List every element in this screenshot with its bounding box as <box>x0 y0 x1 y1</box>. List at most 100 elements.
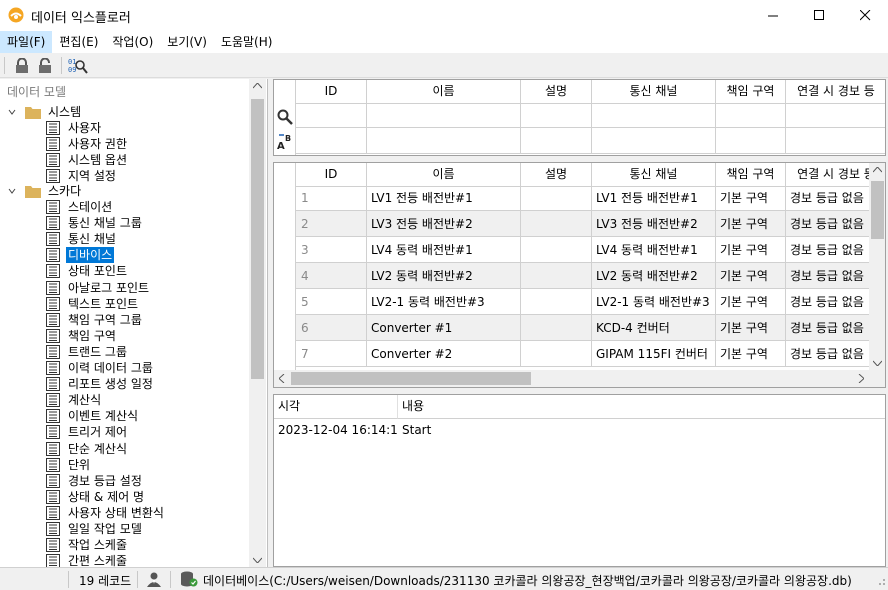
search-icon[interactable] <box>277 109 293 125</box>
grid-column-header[interactable]: 책임 구역 <box>716 163 786 187</box>
grid-cell-name[interactable]: Converter #2 <box>367 341 521 367</box>
menu-file[interactable]: 파일(F) <box>0 31 53 53</box>
grid-cell-desc[interactable] <box>521 289 592 315</box>
grid-cell-area[interactable]: 기본 구역 <box>716 185 786 211</box>
table-icon <box>46 153 60 168</box>
scroll-down-icon[interactable] <box>873 360 882 366</box>
grid-cell-desc[interactable] <box>521 315 592 341</box>
row-id-cell[interactable]: 3 <box>296 237 367 263</box>
grid-cell-channel[interactable]: LV4 동력 배전반#1 <box>592 237 716 263</box>
toolbar-grip <box>4 57 5 74</box>
grid-cell-desc[interactable] <box>521 341 592 367</box>
table-icon <box>46 216 60 231</box>
sort-cell[interactable] <box>296 128 367 154</box>
lock-button[interactable] <box>12 56 32 76</box>
grid-vscroll-thumb[interactable] <box>871 181 884 239</box>
svg-text:09: 09 <box>68 66 76 74</box>
tree-vertical-scrollbar[interactable] <box>249 79 266 567</box>
grid-cell-name[interactable]: LV2 동력 배전반#2 <box>367 263 521 289</box>
grid-cell-channel[interactable]: LV1 전등 배전반#1 <box>592 185 716 211</box>
grid-cell-area[interactable]: 기본 구역 <box>716 211 786 237</box>
grid-cell-desc[interactable] <box>521 211 592 237</box>
grid-column-header[interactable]: 설명 <box>521 163 592 187</box>
tree-item-label: 경보 등급 설정 <box>68 473 142 488</box>
grid-cell-area[interactable]: 기본 구역 <box>716 315 786 341</box>
log-grid[interactable]: 시각 내용 2023-12-04 16:14:18 Start <box>273 394 886 567</box>
scroll-left-icon[interactable] <box>279 374 285 383</box>
grid-cell-channel[interactable]: LV3 전등 배전반#2 <box>592 211 716 237</box>
row-id-cell[interactable]: 5 <box>296 289 367 315</box>
row-id-cell[interactable]: 1 <box>296 185 367 211</box>
log-header-time[interactable]: 시각 <box>274 395 398 419</box>
grid-cell-channel[interactable]: KCD-4 컨버터 <box>592 315 716 341</box>
filter-input-cell[interactable] <box>521 104 592 128</box>
grid-hscroll-thumb[interactable] <box>291 372 531 385</box>
sort-cell[interactable] <box>786 128 885 154</box>
close-icon <box>859 10 870 21</box>
filter-input-cell[interactable] <box>716 104 786 128</box>
unlock-button[interactable] <box>35 56 55 76</box>
sort-cell[interactable] <box>716 128 786 154</box>
filter-input-cell[interactable] <box>786 104 885 128</box>
scroll-up-icon[interactable] <box>873 167 882 173</box>
menu-edit[interactable]: 편집(E) <box>52 31 105 53</box>
grid-vertical-scrollbar[interactable] <box>869 163 885 370</box>
device-data-grid[interactable]: ID 이름 설명 통신 채널 책임 구역 연결 시 경보 등 1 LV1 전등 배전반#1 LV… <box>273 162 886 388</box>
filter-column-header[interactable]: ID <box>296 80 367 104</box>
table-icon <box>46 554 60 567</box>
filter-input-cell[interactable] <box>592 104 716 128</box>
tree-scroll-thumb[interactable] <box>251 99 264 379</box>
close-button[interactable] <box>842 0 888 31</box>
grid-horizontal-scrollbar[interactable] <box>274 370 869 387</box>
grid-column-header[interactable]: ID <box>296 163 367 187</box>
scroll-right-icon[interactable] <box>858 374 864 383</box>
grid-column-header[interactable]: 이름 <box>367 163 521 187</box>
grid-cell-name[interactable]: LV4 동력 배전반#1 <box>367 237 521 263</box>
grid-cell-area[interactable]: 기본 구역 <box>716 341 786 367</box>
sort-az-icon[interactable]: AB <box>277 133 293 151</box>
sort-cell[interactable] <box>367 128 521 154</box>
table-icon <box>46 296 60 311</box>
tree-item-label: 트랜드 그룹 <box>68 344 128 359</box>
maximize-button[interactable] <box>796 0 842 31</box>
data-model-tree[interactable]: 데이터 모델 시스템 사용자 사용자 권한 시스템 옵션 지역 설정 스카다 스테이션… <box>0 79 268 567</box>
log-header-message[interactable]: 내용 <box>398 395 885 419</box>
grid-cell-channel[interactable]: LV2-1 동력 배전반#3 <box>592 289 716 315</box>
row-id-cell[interactable]: 4 <box>296 263 367 289</box>
filter-column-header[interactable]: 통신 채널 <box>592 80 716 104</box>
filter-column-header[interactable]: 연결 시 경보 등 <box>786 80 885 104</box>
grid-cell-name[interactable]: LV1 전등 배전반#1 <box>367 185 521 211</box>
minimize-button[interactable] <box>750 0 796 31</box>
filter-input-cell[interactable] <box>367 104 521 128</box>
menu-action[interactable]: 작업(O) <box>105 31 160 53</box>
resize-grip-icon[interactable] <box>876 578 886 588</box>
menu-view[interactable]: 보기(V) <box>160 31 214 53</box>
grid-cell-channel[interactable]: LV2 동력 배전반#2 <box>592 263 716 289</box>
find-data-button[interactable]: 01 09 <box>68 56 88 76</box>
grid-cell-name[interactable]: LV2-1 동력 배전반#3 <box>367 289 521 315</box>
filter-input-cell[interactable] <box>296 104 367 128</box>
status-separator <box>68 571 69 588</box>
grid-cell-name[interactable]: Converter #1 <box>367 315 521 341</box>
grid-cell-area[interactable]: 기본 구역 <box>716 263 786 289</box>
sort-cell[interactable] <box>592 128 716 154</box>
grid-cell-channel[interactable]: GIPAM 115FI 컨버터 <box>592 341 716 367</box>
menu-help[interactable]: 도움말(H) <box>214 31 280 53</box>
filter-column-header[interactable]: 책임 구역 <box>716 80 786 104</box>
tree-item-label: 사용자 상태 변환식 <box>68 505 164 520</box>
row-id-cell[interactable]: 2 <box>296 211 367 237</box>
grid-cell-desc[interactable] <box>521 263 592 289</box>
filter-column-header[interactable]: 이름 <box>367 80 521 104</box>
row-id-cell[interactable]: 7 <box>296 341 367 367</box>
grid-cell-name[interactable]: LV3 전등 배전반#2 <box>367 211 521 237</box>
row-id-cell[interactable]: 6 <box>296 315 367 341</box>
filter-column-header[interactable]: 설명 <box>521 80 592 104</box>
grid-cell-area[interactable]: 기본 구역 <box>716 237 786 263</box>
scroll-down-icon[interactable] <box>253 557 262 563</box>
sort-cell[interactable] <box>521 128 592 154</box>
scroll-up-icon[interactable] <box>253 83 262 89</box>
grid-column-header[interactable]: 통신 채널 <box>592 163 716 187</box>
grid-cell-desc[interactable] <box>521 185 592 211</box>
grid-cell-area[interactable]: 기본 구역 <box>716 289 786 315</box>
grid-cell-desc[interactable] <box>521 237 592 263</box>
